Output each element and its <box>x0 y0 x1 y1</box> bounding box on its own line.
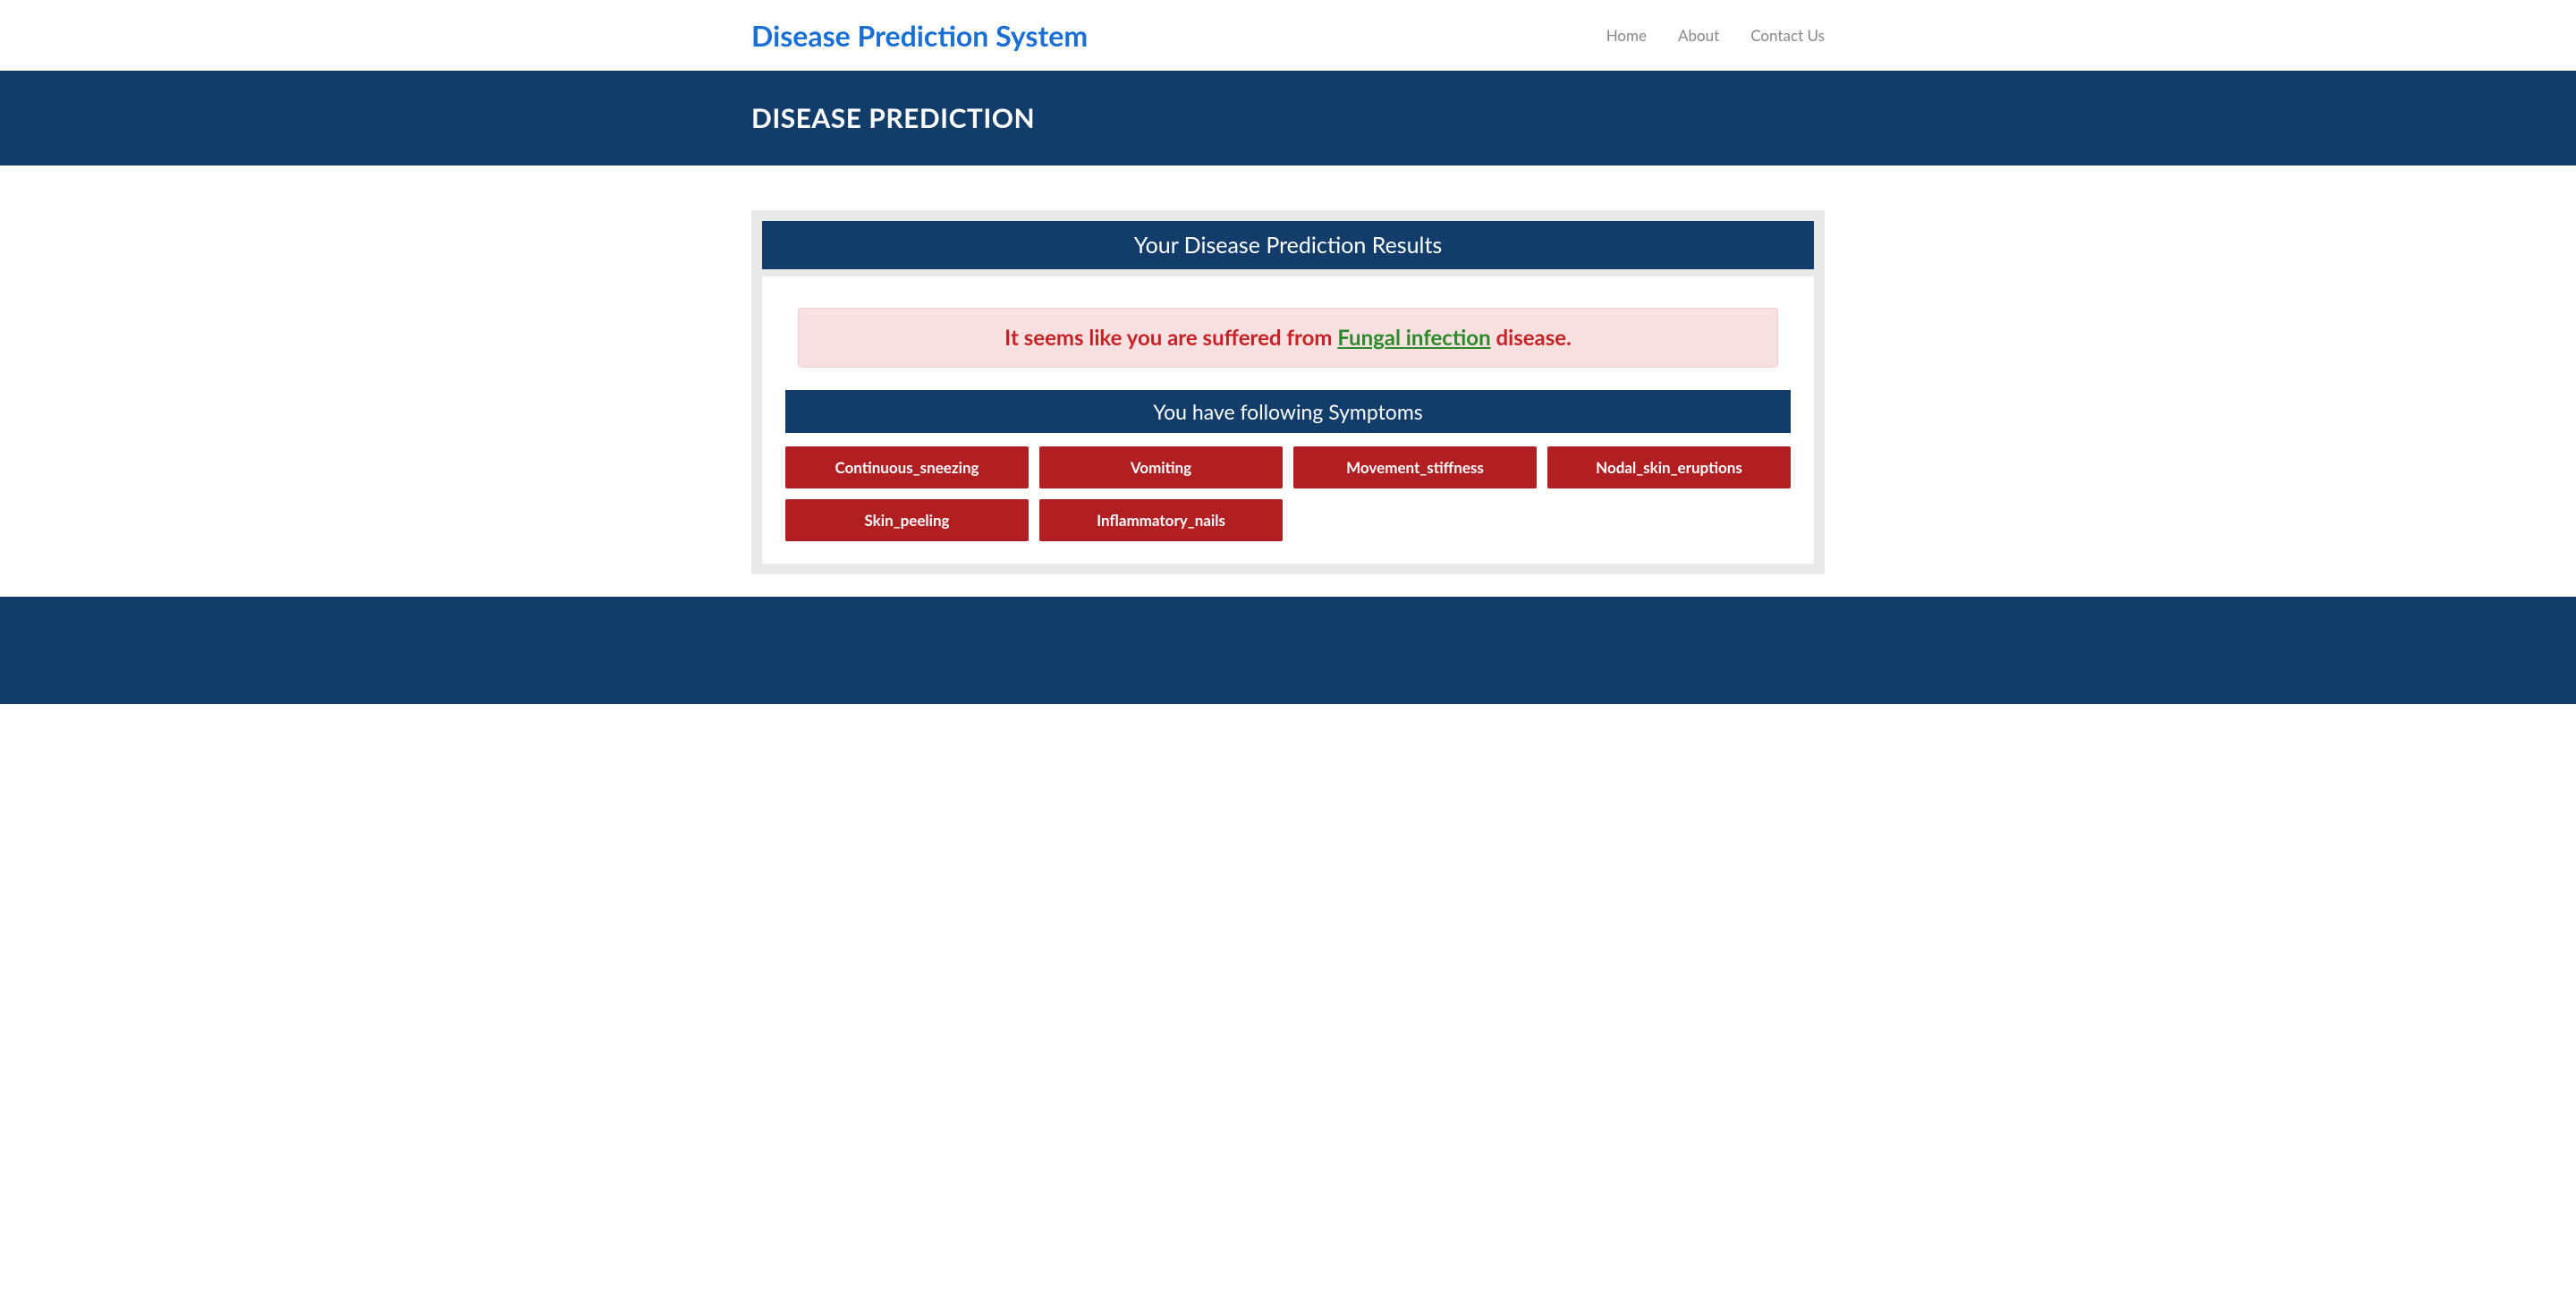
symptoms-heading: You have following Symptoms <box>785 390 1791 433</box>
page-header: DISEASE PREDICTION <box>0 71 2576 166</box>
page-title: DISEASE PREDICTION <box>751 102 1825 134</box>
nav-about[interactable]: About <box>1678 26 1719 45</box>
top-nav: Disease Prediction System Home About Con… <box>0 0 2576 71</box>
brand-link[interactable]: Disease Prediction System <box>751 18 1088 53</box>
prediction-message: It seems like you are suffered from Fung… <box>817 325 1759 351</box>
results-heading: Your Disease Prediction Results <box>762 221 1814 269</box>
symptom-chip: Continuous_sneezing <box>785 446 1029 488</box>
nav-contact[interactable]: Contact Us <box>1750 26 1825 45</box>
symptom-chip: Movement_stiffness <box>1293 446 1537 488</box>
symptom-grid: Continuous_sneezing Vomiting Movement_st… <box>785 446 1791 541</box>
nav-home[interactable]: Home <box>1606 26 1647 45</box>
symptom-chip: Inflammatory_nails <box>1039 499 1283 541</box>
symptom-chip: Skin_peeling <box>785 499 1029 541</box>
disease-link[interactable]: Fungal infection <box>1337 325 1490 351</box>
prediction-alert: It seems like you are suffered from Fung… <box>798 308 1778 368</box>
prediction-prefix: It seems like you are suffered from <box>1004 325 1337 351</box>
symptom-chip: Vomiting <box>1039 446 1283 488</box>
prediction-suffix: disease. <box>1491 325 1572 351</box>
results-card: Your Disease Prediction Results It seems… <box>751 210 1825 574</box>
symptom-chip: Nodal_skin_eruptions <box>1547 446 1791 488</box>
main-content: Your Disease Prediction Results It seems… <box>0 166 2576 597</box>
footer-band <box>0 597 2576 704</box>
nav-links: Home About Contact Us <box>1606 26 1825 45</box>
results-body: It seems like you are suffered from Fung… <box>762 276 1814 564</box>
